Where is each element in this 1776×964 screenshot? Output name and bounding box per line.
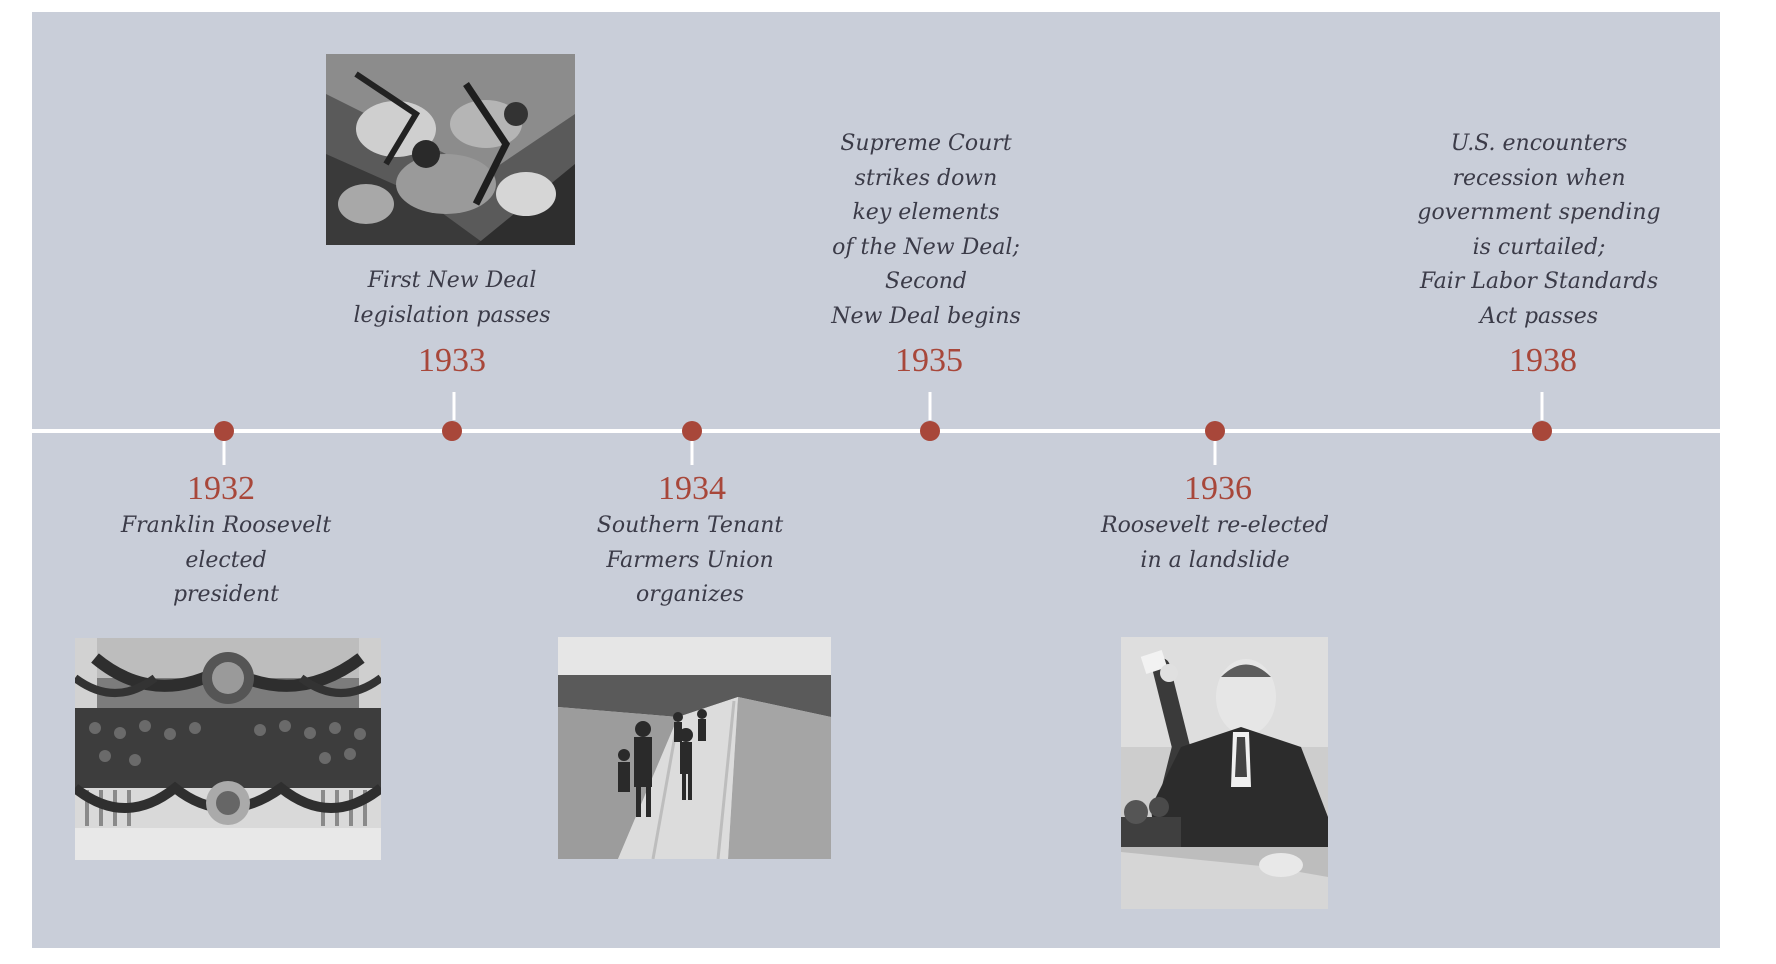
caption-1936: Roosevelt re-elected in a landslide	[1101, 509, 1329, 578]
year-1938: 1938	[1509, 342, 1577, 379]
marker-1934	[682, 421, 702, 441]
year-1936: 1936	[1184, 470, 1252, 507]
roosevelt-speech-photo	[1121, 637, 1328, 909]
caption-1934: Southern Tenant Farmers Union organizes	[597, 509, 783, 613]
marker-1933	[442, 421, 462, 441]
caption-line: elected	[185, 547, 267, 573]
caption-line: government spending	[1417, 200, 1661, 225]
caption-line: Act passes	[1479, 303, 1599, 329]
stem-1935	[928, 392, 932, 420]
year-1933: 1933	[418, 342, 486, 379]
caption-line: New Deal begins	[831, 303, 1021, 329]
caption-1938: U.S. encounters recession when governmen…	[1417, 127, 1660, 334]
year-1932: 1932	[187, 470, 255, 507]
caption-1932: Franklin Roosevelt elected president	[121, 509, 331, 613]
caption-line: Southern Tenant	[596, 513, 784, 538]
caption-line: First New Deal	[367, 268, 537, 293]
year-1935: 1935	[895, 342, 963, 379]
caption-1935: Supreme Court strikes down key elements …	[831, 127, 1021, 334]
stem-1933	[452, 392, 456, 420]
stem-1934	[690, 441, 694, 465]
caption-line: organizes	[635, 582, 745, 607]
caption-line: legislation passes	[353, 302, 551, 328]
family-road-photo	[558, 637, 831, 859]
caption-line: of the New Deal;	[832, 234, 1020, 260]
marker-1938	[1532, 421, 1552, 441]
caption-line: Franklin Roosevelt	[120, 513, 332, 538]
workers-photo	[326, 54, 575, 245]
caption-line: president	[172, 582, 280, 607]
timeline-axis	[32, 429, 1720, 433]
stem-1932	[222, 441, 226, 465]
caption-line: Roosevelt re-elected	[1101, 513, 1329, 538]
marker-1935	[920, 421, 940, 441]
caption-line: Supreme Court	[840, 131, 1012, 156]
caption-1933: First New Deal legislation passes	[354, 264, 551, 333]
caption-line: is curtailed;	[1472, 234, 1606, 260]
marker-1936	[1205, 421, 1225, 441]
caption-line: Second	[885, 269, 967, 294]
caption-line: key elements	[852, 200, 1000, 225]
inauguration-photo	[75, 638, 381, 860]
stem-1938	[1540, 392, 1544, 420]
caption-line: Farmers Union	[606, 547, 774, 573]
caption-line: strikes down	[854, 165, 998, 191]
marker-1932	[214, 421, 234, 441]
caption-line: Fair Labor Standards	[1419, 269, 1659, 294]
caption-line: in a landslide	[1140, 547, 1290, 573]
stem-1936	[1213, 441, 1217, 465]
caption-line: U.S. encounters	[1450, 131, 1628, 156]
year-1934: 1934	[658, 470, 726, 507]
caption-line: recession when	[1452, 165, 1626, 191]
